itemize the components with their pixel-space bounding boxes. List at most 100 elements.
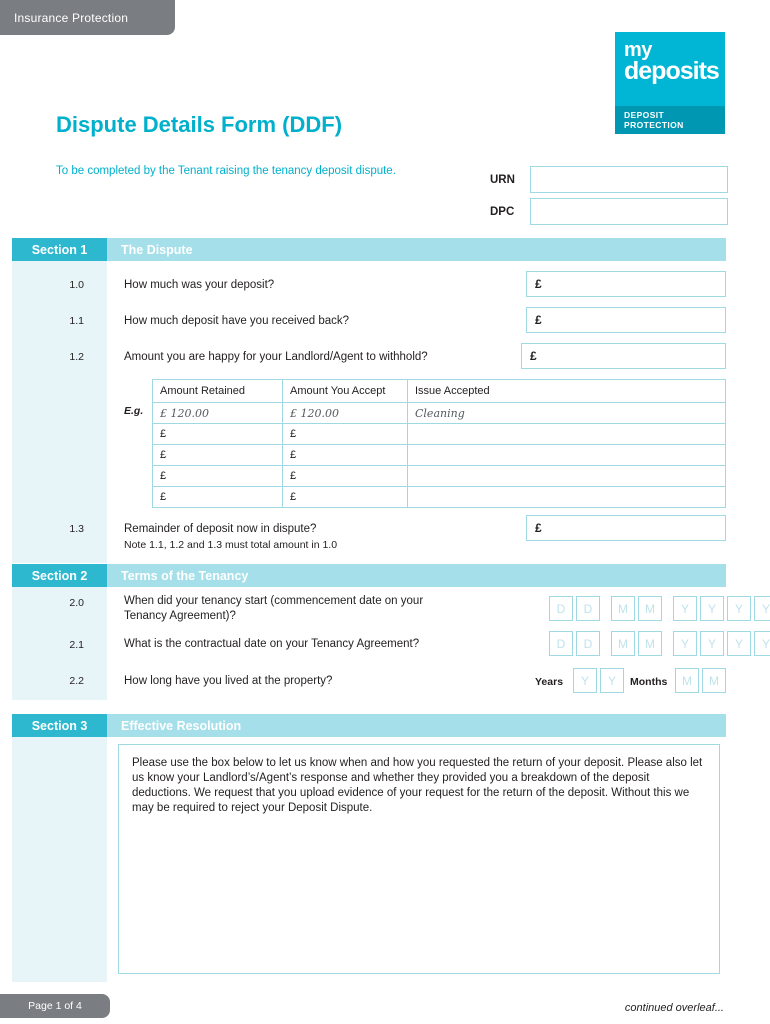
months-box-1[interactable]: M (675, 668, 699, 693)
section1-rail (12, 261, 107, 563)
example-issue-accepted: Cleaning (415, 406, 465, 420)
question-text-2-1: What is the contractual date on your Ten… (124, 638, 420, 650)
cell-amount-accept[interactable]: £ (282, 444, 408, 466)
retained-amounts-table: Amount Retained Amount You Accept Issue … (152, 379, 726, 508)
dpc-label: DPC (490, 205, 515, 218)
urn-label: URN (490, 173, 515, 186)
months-box-2[interactable]: M (702, 668, 726, 693)
months-label: Months (630, 676, 668, 688)
date-month-2[interactable]: M (638, 631, 662, 656)
date-year-4[interactable]: Y (754, 596, 770, 621)
question-text-2-0-line2: Tenancy Agreement)? (124, 610, 236, 622)
date-month-1[interactable]: M (611, 596, 635, 621)
section1-tag: Section 1 (12, 238, 107, 261)
logo-line-deposits: deposits (624, 57, 720, 85)
table-header-issue-accepted: Issue Accepted (407, 379, 726, 403)
question-text-1-0: How much was your deposit? (124, 279, 275, 291)
cell-issue-accepted[interactable] (407, 444, 726, 466)
date-month-2[interactable]: M (638, 596, 662, 621)
logo-strapline: DEPOSIT PROTECTION (615, 106, 725, 134)
cell-issue-accepted[interactable] (407, 465, 726, 487)
cell-amount-retained[interactable]: £ (152, 423, 283, 445)
years-box-1[interactable]: Y (573, 668, 597, 693)
page-subtitle: To be completed by the Tenant raising th… (56, 165, 396, 177)
question-number-2-2: 2.2 (69, 675, 84, 687)
continued-overleaf-note: continued overleaf... (624, 1002, 724, 1014)
cell-amount-retained[interactable]: £ (152, 486, 283, 508)
months-group[interactable]: M M (675, 668, 726, 693)
date-year-1[interactable]: Y (673, 596, 697, 621)
table-header-amount-retained: Amount Retained (152, 379, 283, 403)
urn-row: URN (490, 166, 728, 193)
question-number-1-1: 1.1 (69, 315, 84, 327)
cell-issue-accepted[interactable] (407, 486, 726, 508)
urn-input[interactable] (530, 166, 728, 193)
example-row-label: E.g. (124, 405, 144, 417)
table-header-amount-accept: Amount You Accept (282, 379, 408, 403)
deposit-amount-input[interactable]: £ (526, 271, 726, 297)
table-row-example: £ 120.00 £ 120.00 Cleaning (152, 402, 726, 424)
cell-amount-retained[interactable]: £ (152, 465, 283, 487)
question-text-2-0-line1: When did your tenancy start (commencemen… (124, 595, 424, 607)
question-number-1-0: 1.0 (69, 279, 84, 291)
date-day-2[interactable]: D (576, 631, 600, 656)
amount-withheld-input[interactable]: £ (521, 343, 726, 369)
total-note: Note 1.1, 1.2 and 1.3 must total amount … (124, 539, 338, 551)
table-header-row: Amount Retained Amount You Accept Issue … (152, 379, 726, 403)
section-header-1: Section 1 The Dispute (12, 238, 726, 261)
years-label: Years (535, 676, 564, 688)
page-number-tab: Page 1 of 4 (0, 994, 110, 1018)
effective-resolution-instructions: Please use the box below to let us know … (132, 757, 703, 814)
question-number-1-3: 1.3 (69, 523, 84, 535)
section-header-3: Section 3 Effective Resolution (12, 714, 726, 737)
dpc-row: DPC (490, 198, 728, 225)
table-row[interactable]: £ £ (152, 486, 726, 508)
date-month-1[interactable]: M (611, 631, 635, 656)
table-row[interactable]: £ £ (152, 444, 726, 466)
date-day-1[interactable]: D (549, 631, 573, 656)
question-number-1-2: 1.2 (69, 351, 84, 363)
cell-amount-accept[interactable]: £ (282, 465, 408, 487)
date-year-3[interactable]: Y (727, 596, 751, 621)
section3-title: Effective Resolution (107, 714, 726, 737)
page-title: Dispute Details Form (DDF) (56, 112, 343, 137)
date-day-1[interactable]: D (549, 596, 573, 621)
question-text-1-2: Amount you are happy for your Landlord/A… (124, 351, 428, 363)
mydeposits-logo: my deposits DEPOSIT PROTECTION (615, 32, 725, 134)
date-year-2[interactable]: Y (700, 596, 724, 621)
section-header-2: Section 2 Terms of the Tenancy (12, 564, 726, 587)
section2-tag: Section 2 (12, 564, 107, 587)
cell-amount-retained[interactable]: £ (152, 444, 283, 466)
page-number-label: Page 1 of 4 (28, 1000, 82, 1012)
cell-issue-accepted[interactable] (407, 423, 726, 445)
dpc-input[interactable] (530, 198, 728, 225)
contractual-date-group[interactable]: D D M M Y Y Y Y (549, 631, 770, 656)
years-group[interactable]: Y Y (573, 668, 624, 693)
cell-amount-accept[interactable]: £ (282, 423, 408, 445)
section3-tag: Section 3 (12, 714, 107, 737)
question-number-2-1: 2.1 (69, 639, 84, 651)
question-text-1-3: Remainder of deposit now in dispute? (124, 523, 317, 535)
table-row[interactable]: £ £ (152, 423, 726, 445)
date-year-1[interactable]: Y (673, 631, 697, 656)
example-amount-accept: £ 120.00 (290, 406, 339, 420)
date-year-2[interactable]: Y (700, 631, 724, 656)
question-text-1-1: How much deposit have you received back? (124, 315, 350, 327)
years-box-2[interactable]: Y (600, 668, 624, 693)
tenancy-start-date-group[interactable]: D D M M Y Y Y Y (549, 596, 770, 621)
cell-amount-accept[interactable]: £ (282, 486, 408, 508)
remainder-in-dispute-input[interactable]: £ (526, 515, 726, 541)
effective-resolution-textarea[interactable]: Please use the box below to let us know … (118, 744, 720, 974)
deposit-returned-input[interactable]: £ (526, 307, 726, 333)
insurance-protection-label: Insurance Protection (14, 10, 129, 25)
section3-rail (12, 737, 107, 982)
question-text-2-2: How long have you lived at the property? (124, 675, 333, 687)
table-row[interactable]: £ £ (152, 465, 726, 487)
example-amount-retained: £ 120.00 (160, 406, 209, 420)
question-number-2-0: 2.0 (69, 597, 84, 609)
date-day-2[interactable]: D (576, 596, 600, 621)
date-year-4[interactable]: Y (754, 631, 770, 656)
section1-title: The Dispute (107, 238, 726, 261)
insurance-protection-tab: Insurance Protection (0, 0, 175, 35)
date-year-3[interactable]: Y (727, 631, 751, 656)
